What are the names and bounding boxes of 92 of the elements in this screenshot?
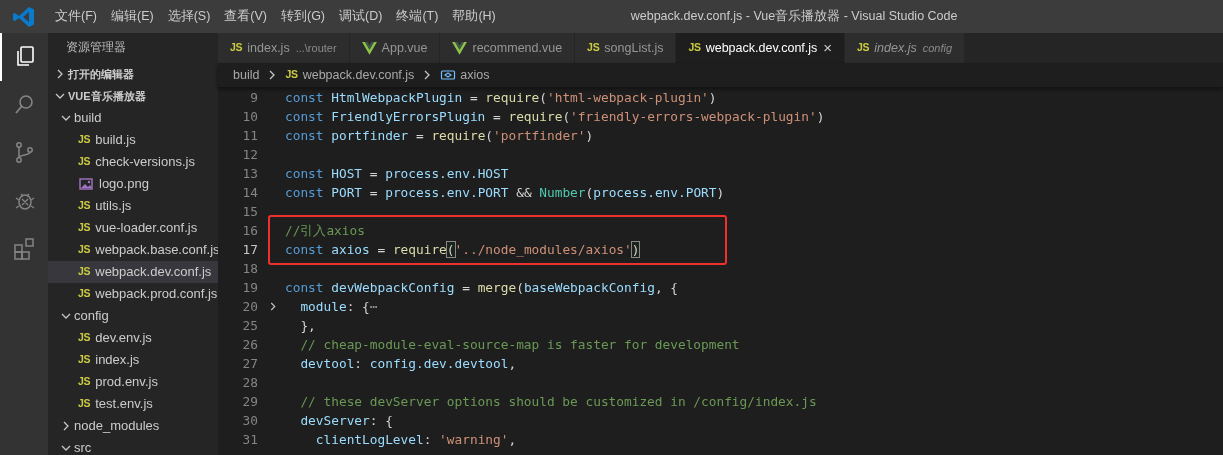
- line-number: 10: [241, 107, 258, 126]
- vue-file-icon: [452, 41, 468, 55]
- code-line: const PORT = process.env.PORT && Number(process.env.PORT): [285, 184, 726, 202]
- line-number: 16: [241, 221, 258, 240]
- code-line: // these devServer options should be customized in /config/index.js: [299, 393, 818, 411]
- code-line: //引入axios: [285, 222, 366, 240]
- file-tree-item[interactable]: JS webpack.prod.conf.js: [48, 283, 218, 305]
- editor-tab[interactable]: JS index.js config: [845, 33, 966, 63]
- js-file-icon: JS: [78, 264, 91, 280]
- breadcrumb-item[interactable]: build: [233, 65, 260, 85]
- menu-item[interactable]: 文件(F): [48, 7, 104, 26]
- line-number: 15: [241, 202, 258, 221]
- editor-tab[interactable]: App.vue: [349, 33, 441, 63]
- line-number: 18: [241, 259, 258, 278]
- file-tree-item[interactable]: JS webpack.dev.conf.js: [48, 261, 218, 283]
- vscode-logo-icon: [12, 4, 36, 29]
- js-file-icon: JS: [587, 40, 600, 56]
- breadcrumb-item[interactable]: JS webpack.dev.conf.js: [285, 65, 415, 85]
- js-file-icon: JS: [78, 220, 91, 236]
- editor-tab[interactable]: recommend.vue: [440, 33, 576, 63]
- editor-tab[interactable]: JS songList.js: [575, 33, 677, 63]
- code-line: const portfinder = require('portfinder'): [285, 127, 595, 145]
- section-header[interactable]: VUE音乐播放器: [48, 85, 218, 107]
- js-file-icon: JS: [78, 374, 91, 390]
- menu-item[interactable]: 帮助(H): [445, 7, 503, 26]
- line-number: 14: [241, 183, 258, 202]
- code-line: module: {⋯: [299, 298, 379, 316]
- section-header[interactable]: 打开的编辑器: [48, 63, 218, 85]
- code-line: clientLogLevel: 'warning',: [314, 431, 518, 449]
- code-line: const axios = require('../node_modules/axios'): [285, 241, 641, 259]
- js-file-icon: JS: [857, 40, 870, 56]
- line-number: 27: [241, 354, 258, 373]
- sidebar-title: 资源管理器: [65, 40, 127, 55]
- vue-file-icon: [361, 41, 377, 55]
- line-number: 30: [241, 411, 258, 430]
- code-line: // cheap-module-eval-source-map is faster for development: [299, 336, 741, 354]
- js-file-icon: JS: [78, 286, 91, 302]
- code-line: },: [299, 317, 317, 335]
- line-number: 9: [249, 88, 258, 107]
- file-tree-item[interactable]: config: [48, 305, 218, 327]
- file-tree-item[interactable]: JS check-versions.js: [48, 151, 218, 173]
- js-file-icon: JS: [78, 352, 91, 368]
- line-number: 17: [241, 240, 258, 259]
- js-file-icon: JS: [78, 396, 91, 412]
- code-line: const HOST = process.env.HOST: [285, 165, 510, 183]
- breadcrumb-item[interactable]: axios: [440, 65, 490, 85]
- js-file-icon: JS: [78, 154, 91, 170]
- menu-item[interactable]: 调试(D): [332, 7, 390, 26]
- file-tree-item[interactable]: JS dev.env.js: [48, 327, 218, 349]
- menu-item[interactable]: 选择(S): [160, 7, 218, 26]
- js-file-icon: JS: [78, 132, 91, 148]
- menu-item[interactable]: 编辑(E): [103, 7, 161, 26]
- menu-item[interactable]: 转到(G): [274, 7, 333, 26]
- menu-item[interactable]: 查看(V): [217, 7, 274, 26]
- window-title: webpack.dev.conf.js - Vue音乐播放器 - Visual Studio Code: [630, 8, 958, 26]
- js-file-icon: JS: [78, 198, 91, 214]
- code-line: devServer: {: [299, 412, 394, 430]
- file-tree-item[interactable]: JS vue-loader.conf.js: [48, 217, 218, 239]
- line-number: 26: [241, 335, 258, 354]
- file-tree-item[interactable]: logo.png: [48, 173, 218, 195]
- file-tree-item[interactable]: src: [48, 437, 218, 455]
- line-number: 20: [241, 297, 258, 316]
- js-file-icon: JS: [78, 330, 91, 346]
- image-file-icon: [78, 176, 94, 192]
- line-number: 31: [241, 430, 258, 449]
- file-tree-item[interactable]: JS prod.env.js: [48, 371, 218, 393]
- variable-icon: [440, 67, 457, 83]
- js-file-icon: JS: [230, 40, 243, 56]
- js-file-icon: JS: [285, 67, 298, 83]
- file-tree-item[interactable]: JS utils.js: [48, 195, 218, 217]
- code-line: devtool: config.dev.devtool,: [299, 355, 518, 373]
- editor-tab[interactable]: JS index.js ...\router: [218, 33, 350, 63]
- line-number: 29: [241, 392, 258, 411]
- file-tree-item[interactable]: build: [48, 107, 218, 129]
- file-tree-item[interactable]: node_modules: [48, 415, 218, 437]
- code-line: const FriendlyErrorsPlugin = require('friendly-errors-webpack-plugin'): [285, 108, 826, 126]
- line-number: 11: [241, 126, 258, 145]
- editor-tab[interactable]: JS webpack.dev.conf.js ×: [676, 33, 846, 63]
- line-number: 13: [241, 164, 258, 183]
- js-file-icon: JS: [688, 40, 701, 56]
- line-number: 19: [241, 278, 258, 297]
- js-file-icon: JS: [78, 242, 91, 258]
- file-tree-item[interactable]: JS build.js: [48, 129, 218, 151]
- file-tree-item[interactable]: JS test.env.js: [48, 393, 218, 415]
- file-tree-item[interactable]: JS index.js: [48, 349, 218, 371]
- code-line: const devWebpackConfig = merge(baseWebpackConfig, {: [285, 279, 679, 297]
- line-number: 25: [241, 316, 258, 335]
- line-number: 28: [241, 373, 258, 392]
- menu-item[interactable]: 终端(T): [389, 7, 446, 26]
- line-number: 12: [241, 145, 258, 164]
- close-icon[interactable]: ×: [823, 36, 833, 60]
- code-line: const HtmlWebpackPlugin = require('html-webpack-plugin'): [285, 89, 718, 107]
